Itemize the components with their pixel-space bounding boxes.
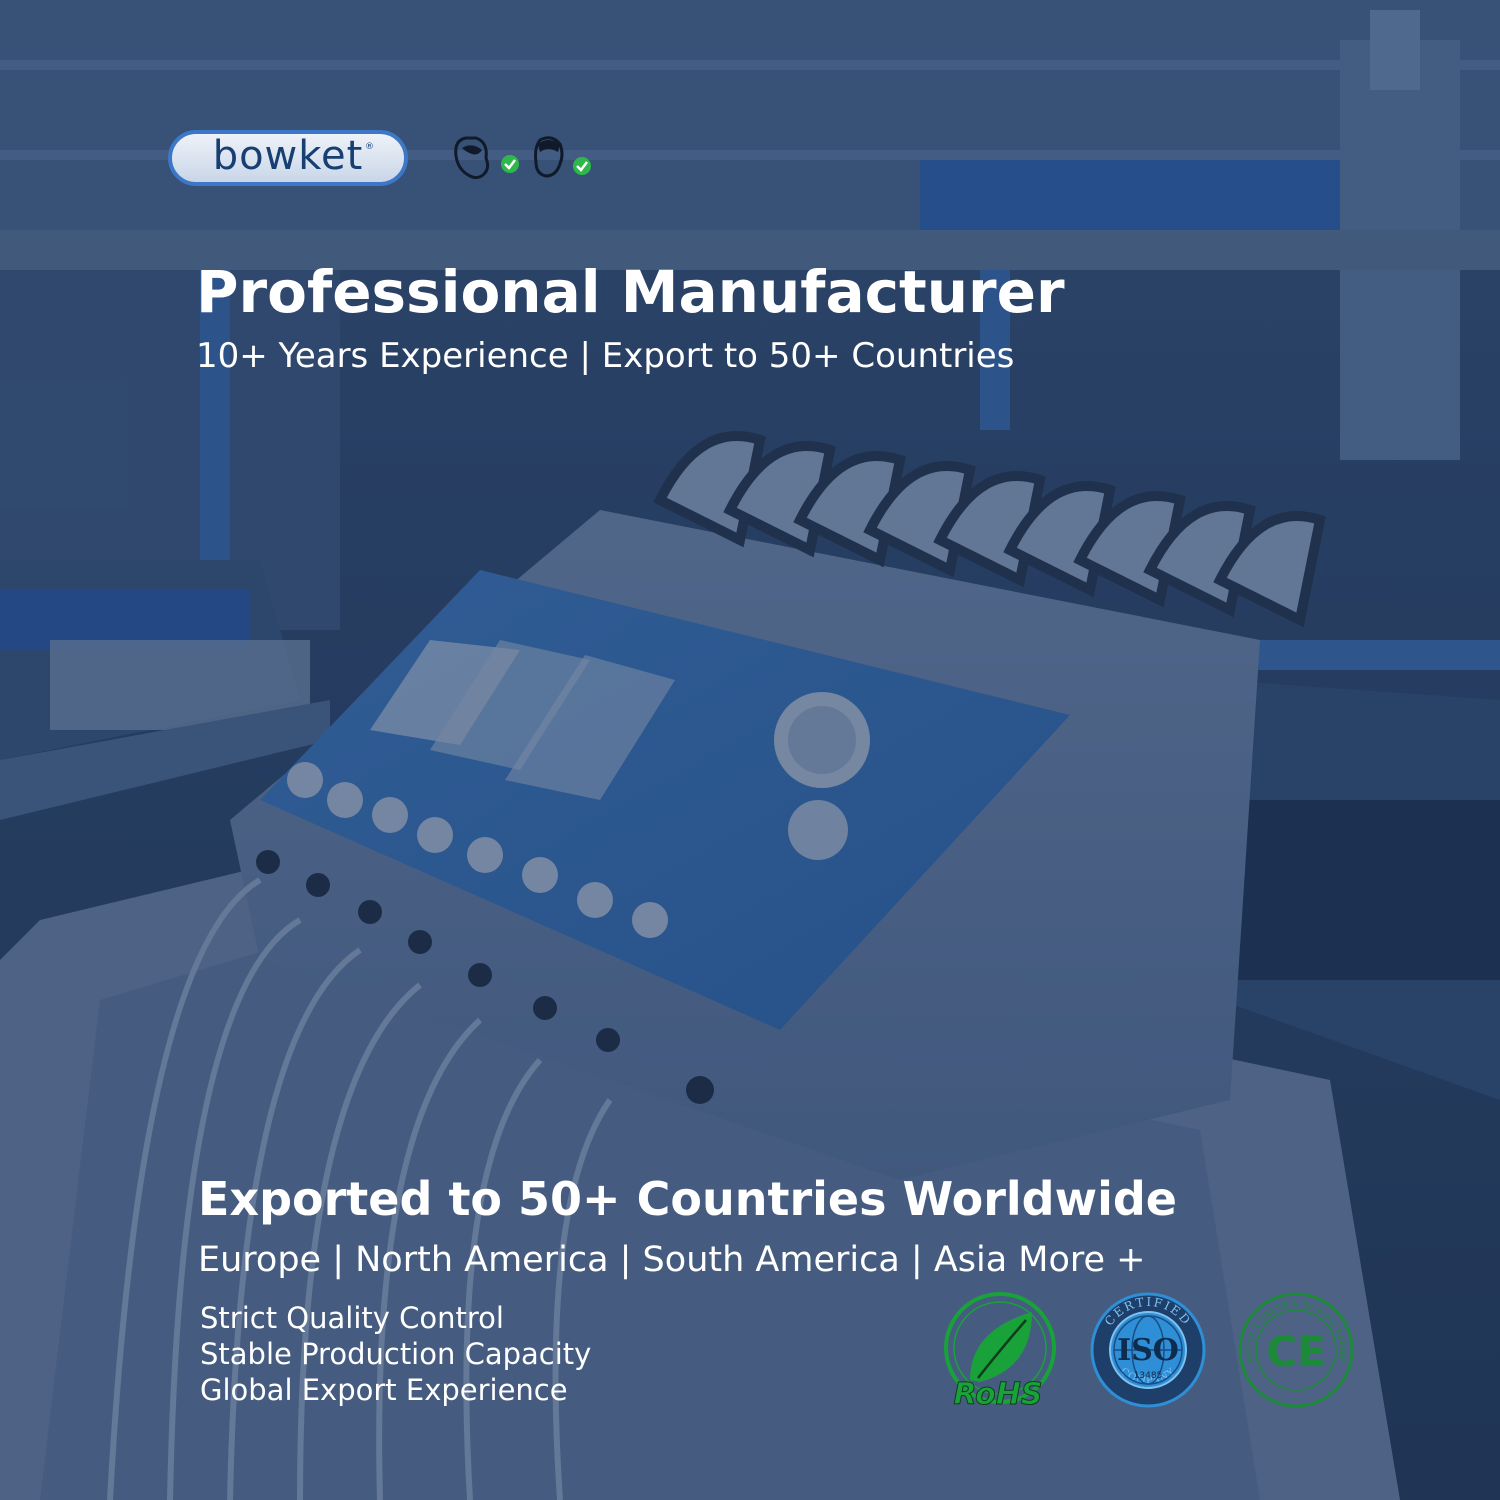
page-subtitle: 10+ Years Experience | Export to 50+ Cou… <box>196 336 1015 376</box>
rohs-certification-badge: RoHS <box>944 1292 1056 1410</box>
iso-certification-badge: CERTIFIED COMPANY ISO 13485 <box>1090 1292 1206 1408</box>
export-regions: Europe | North America | South America |… <box>198 1240 1146 1280</box>
page-title: Professional Manufacturer <box>196 258 1065 326</box>
feature-item: Global Export Experience <box>200 1373 568 1407</box>
feature-item: Strict Quality Control <box>200 1301 504 1335</box>
check-icon <box>501 155 519 173</box>
feature-list: Strict Quality Control Stable Production… <box>200 1300 591 1408</box>
ce-label: CE <box>1266 1327 1326 1376</box>
brand-logo-text: bowket <box>212 133 364 179</box>
banner-canvas: bowket ® Professional Manufacturer 10+ Y… <box>0 0 1500 1500</box>
male-head-icon <box>534 136 564 178</box>
iso-number: 13485 <box>1134 1371 1163 1381</box>
gender-icons <box>454 136 591 180</box>
ce-certification-badge: SAFETY CONFORMITE EUROPEENNE CE <box>1236 1290 1354 1408</box>
export-title: Exported to 50+ Countries Worldwide <box>198 1172 1177 1226</box>
feature-item: Stable Production Capacity <box>200 1337 592 1371</box>
iso-label: ISO <box>1117 1333 1179 1368</box>
registered-mark: ® <box>365 142 374 152</box>
check-icon <box>573 157 591 175</box>
brand-logo[interactable]: bowket ® <box>168 130 408 186</box>
rohs-label: RoHS <box>954 1377 1043 1410</box>
female-head-icon <box>454 136 490 180</box>
